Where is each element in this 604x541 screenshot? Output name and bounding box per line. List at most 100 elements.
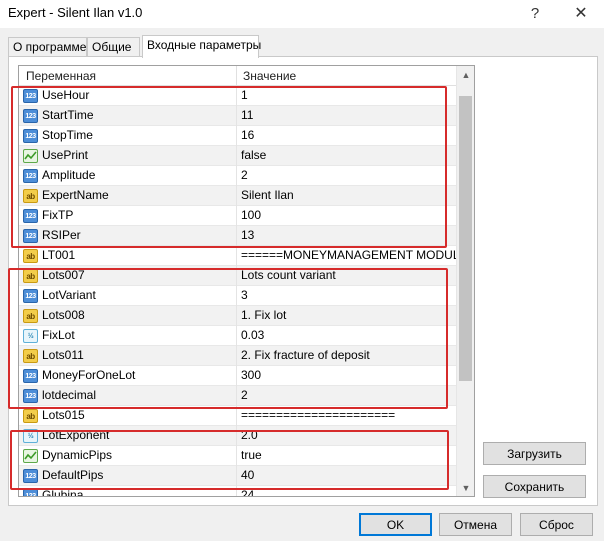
title-bar: Expert - Silent Ilan v1.0 ? ✕ (0, 0, 604, 28)
variable-cell: 123 LotVariant (19, 286, 237, 306)
table-row[interactable]: 123 LotVariant 3 (19, 286, 456, 306)
grid-rows: 123 UseHour 1 123 StartTime 11 123 StopTime 16 Us… (19, 86, 456, 496)
variable-cell: 123 RSIPer (19, 226, 237, 246)
value-cell[interactable]: 16 (237, 126, 456, 146)
string-type-icon: ab (23, 269, 38, 283)
variable-cell: ab ExpertName (19, 186, 237, 206)
variable-name: MoneyForOneLot (42, 368, 136, 382)
variable-name: Lots008 (42, 308, 85, 322)
table-row[interactable]: ab Lots008 1. Fix lot (19, 306, 456, 326)
value-cell[interactable]: 300 (237, 366, 456, 386)
table-row[interactable]: 123 lotdecimal 2 (19, 386, 456, 406)
cancel-button[interactable]: Отмена (439, 513, 512, 536)
string-type-icon: ab (23, 249, 38, 263)
integer-type-icon: 123 (23, 129, 38, 143)
table-row[interactable]: 123 FixTP 100 (19, 206, 456, 226)
variable-name: Lots011 (42, 348, 84, 362)
variable-cell: 123 FixTP (19, 206, 237, 226)
table-row[interactable]: ab Lots011 2. Fix fracture of deposit (19, 346, 456, 366)
value-cell[interactable]: 13 (237, 226, 456, 246)
variable-name: LotVariant (42, 288, 96, 302)
variable-cell: 123 StartTime (19, 106, 237, 126)
table-row[interactable]: 123 Glubina 24 (19, 486, 456, 496)
variable-name: DefaultPips (42, 468, 104, 482)
load-button[interactable]: Загрузить (483, 442, 586, 465)
save-button[interactable]: Сохранить (483, 475, 586, 498)
column-header-variable[interactable]: Переменная (19, 66, 237, 86)
variable-cell: 123 MoneyForOneLot (19, 366, 237, 386)
variable-name: LotExponent (42, 428, 110, 442)
string-type-icon: ab (23, 189, 38, 203)
close-icon: ✕ (574, 5, 588, 22)
boolean-type-icon (23, 149, 38, 163)
table-row[interactable]: UsePrint false (19, 146, 456, 166)
table-row[interactable]: DynamicPips true (19, 446, 456, 466)
variable-name: StartTime (42, 108, 94, 122)
table-row[interactable]: 123 DefaultPips 40 (19, 466, 456, 486)
value-cell[interactable]: 2. Fix fracture of deposit (237, 346, 456, 366)
table-row[interactable]: ab ExpertName Silent Ilan (19, 186, 456, 206)
variable-name: UseHour (42, 88, 90, 102)
reset-button[interactable]: Сброс (520, 513, 593, 536)
integer-type-icon: 123 (23, 229, 38, 243)
scroll-thumb[interactable] (459, 96, 472, 381)
double-type-icon: ½ (23, 429, 38, 443)
value-cell[interactable]: 100 (237, 206, 456, 226)
value-cell[interactable]: false (237, 146, 456, 166)
scroll-up-button[interactable]: ▲ (457, 66, 474, 83)
table-row[interactable]: ½ LotExponent 2.0 (19, 426, 456, 446)
integer-type-icon: 123 (23, 489, 38, 496)
table-row[interactable]: ab Lots015 ====================== (19, 406, 456, 426)
variable-name: FixTP (42, 208, 74, 222)
value-cell[interactable]: Silent Ilan (237, 186, 456, 206)
value-cell[interactable]: Lots count variant (237, 266, 456, 286)
value-cell[interactable]: 11 (237, 106, 456, 126)
value-cell[interactable]: ======MONEYMANAGEMENT MODULE... (237, 246, 456, 266)
tab-strip: О программе Общие Входные параметры (8, 35, 598, 58)
variable-cell: ½ LotExponent (19, 426, 237, 446)
table-row[interactable]: 123 StopTime 16 (19, 126, 456, 146)
variable-cell: ½ FixLot (19, 326, 237, 346)
variable-cell: ab Lots007 (19, 266, 237, 286)
string-type-icon: ab (23, 409, 38, 423)
table-row[interactable]: ab LT001 ======MONEYMANAGEMENT MODULE... (19, 246, 456, 266)
close-button[interactable]: ✕ (566, 2, 596, 24)
table-row[interactable]: 123 MoneyForOneLot 300 (19, 366, 456, 386)
value-cell[interactable]: 1. Fix lot (237, 306, 456, 326)
value-cell[interactable]: ====================== (237, 406, 456, 426)
help-icon: ? (530, 4, 540, 22)
tab-inputs[interactable]: Входные параметры (142, 35, 261, 58)
value-cell[interactable]: 2.0 (237, 426, 456, 446)
value-cell[interactable]: 40 (237, 466, 456, 486)
ok-button[interactable]: OK (359, 513, 432, 536)
string-type-icon: ab (23, 309, 38, 323)
integer-type-icon: 123 (23, 169, 38, 183)
value-cell[interactable]: 24 (237, 486, 456, 496)
value-cell[interactable]: 3 (237, 286, 456, 306)
value-cell[interactable]: 1 (237, 86, 456, 106)
table-row[interactable]: 123 RSIPer 13 (19, 226, 456, 246)
tab-about[interactable]: О программе (8, 37, 87, 57)
value-cell[interactable]: 0.03 (237, 326, 456, 346)
column-header-value[interactable]: Значение (237, 66, 456, 86)
help-button[interactable]: ? (520, 2, 550, 24)
variable-name: UsePrint (42, 148, 89, 162)
table-row[interactable]: 123 StartTime 11 (19, 106, 456, 126)
table-row[interactable]: ab Lots007 Lots count variant (19, 266, 456, 286)
double-type-icon: ½ (23, 329, 38, 343)
value-cell[interactable]: true (237, 446, 456, 466)
grid-header: Переменная Значение (19, 66, 456, 86)
integer-type-icon: 123 (23, 109, 38, 123)
table-row[interactable]: 123 UseHour 1 (19, 86, 456, 106)
vertical-scrollbar[interactable]: ▲ ▼ (456, 66, 474, 496)
table-row[interactable]: ½ FixLot 0.03 (19, 326, 456, 346)
value-cell[interactable]: 2 (237, 166, 456, 186)
variable-cell: ab Lots008 (19, 306, 237, 326)
scroll-down-button[interactable]: ▼ (457, 479, 474, 496)
tab-common[interactable]: Общие (87, 37, 140, 57)
integer-type-icon: 123 (23, 89, 38, 103)
value-cell[interactable]: 2 (237, 386, 456, 406)
table-row[interactable]: 123 Amplitude 2 (19, 166, 456, 186)
integer-type-icon: 123 (23, 389, 38, 403)
variable-name: Lots007 (42, 268, 85, 282)
